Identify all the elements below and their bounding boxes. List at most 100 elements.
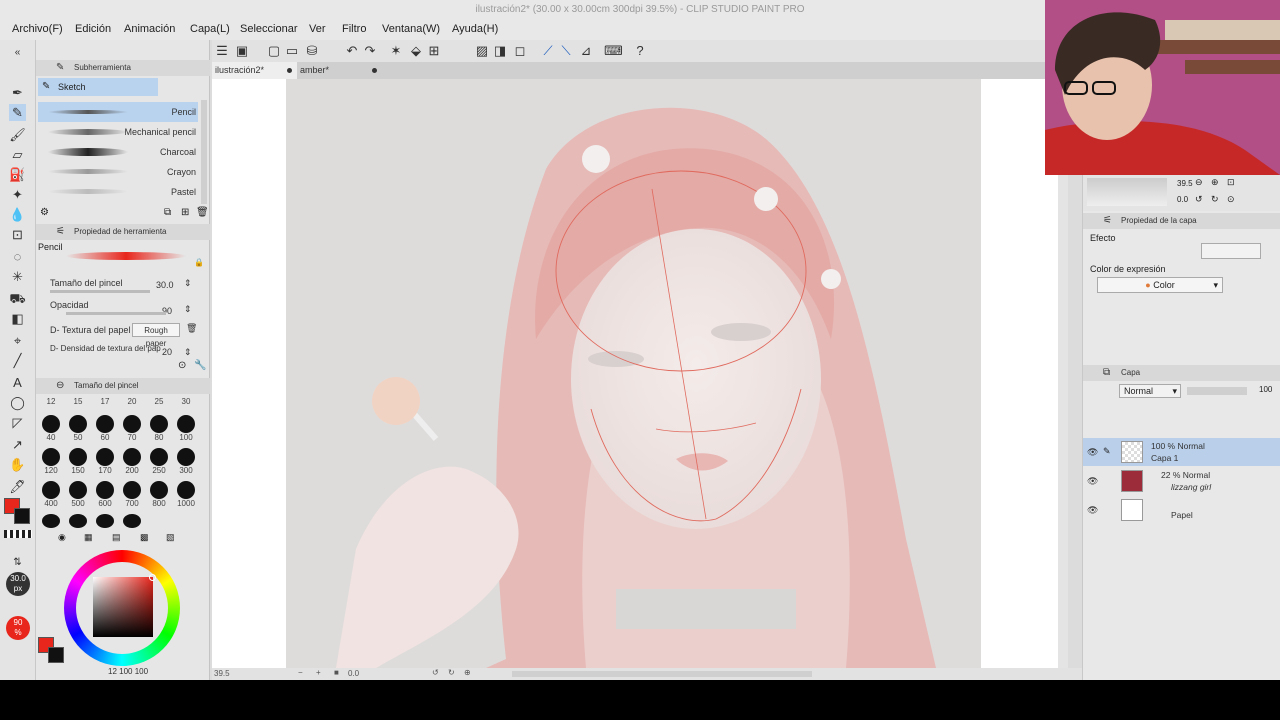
brush-size-preset[interactable]: [69, 448, 87, 466]
help-icon[interactable]: ?: [632, 43, 648, 59]
subtool-mechanical-pencil[interactable]: Mechanical pencil: [38, 122, 198, 142]
pen-tool-icon[interactable]: ✒: [9, 84, 26, 101]
eyedropper-tool-icon[interactable]: 🖊: [9, 478, 26, 495]
redo-icon[interactable]: ↷: [362, 43, 378, 59]
edit-pencil-icon[interactable]: ✎: [1103, 446, 1111, 457]
spinner-icon[interactable]: ⇕: [184, 347, 192, 358]
nav-zoom-out-icon[interactable]: ⊖: [1195, 177, 1203, 188]
spinner-icon[interactable]: ⇕: [184, 304, 192, 315]
menu-archivo[interactable]: Archivo(F): [12, 23, 63, 35]
top-size-label[interactable]: 17: [94, 397, 116, 406]
special-ruler-icon[interactable]: ⟍: [558, 43, 574, 59]
rotate-left-icon[interactable]: ↺: [432, 668, 439, 677]
brush-size-preset[interactable]: [150, 481, 168, 499]
lock-icon[interactable]: 🔒: [194, 258, 204, 267]
fit-icon[interactable]: ■: [334, 668, 339, 677]
brush-size-preset[interactable]: [96, 415, 114, 433]
new-canvas-icon[interactable]: ▣: [234, 43, 250, 59]
reset-icon[interactable]: ⊙: [178, 360, 186, 371]
subtool-pencil[interactable]: Pencil: [38, 102, 198, 122]
layer-lizzang-girl[interactable]: 👁 22 % Normal lizzang girl: [1083, 467, 1280, 495]
wrench-icon[interactable]: 🔧: [194, 360, 206, 371]
brush-size-preset[interactable]: [96, 448, 114, 466]
correct-line-icon[interactable]: ↗: [9, 436, 26, 453]
sub-color-swatch[interactable]: [14, 508, 30, 524]
top-size-label[interactable]: 30: [175, 397, 197, 406]
edge-keyboard-icon[interactable]: ⌨: [604, 43, 623, 59]
brush-size-preset[interactable]: [177, 481, 195, 499]
new-file-icon[interactable]: ▢: [266, 43, 282, 59]
tab-ilustracion2[interactable]: ilustración2*: [212, 62, 297, 79]
brush-size-preset[interactable]: [123, 448, 141, 466]
selection-tool-icon[interactable]: ▨: [474, 43, 490, 59]
menu-edicion[interactable]: Edición: [75, 23, 111, 35]
text-tool-icon[interactable]: A: [9, 374, 26, 391]
brush-size-preset[interactable]: [150, 415, 168, 433]
brush-size-preset[interactable]: [42, 514, 60, 528]
brush-size-preset[interactable]: [42, 448, 60, 466]
hand-tool-icon[interactable]: ✋: [9, 456, 26, 473]
eraser-tool-icon[interactable]: ▱: [9, 146, 26, 163]
collapse-icon[interactable]: «: [9, 44, 26, 61]
subtool-pastel[interactable]: Pastel: [38, 182, 198, 202]
size-slider-icon[interactable]: ⇅: [9, 554, 26, 571]
subtool-settings-icon[interactable]: ⚙: [40, 207, 49, 218]
menu-seleccionar[interactable]: Seleccionar: [240, 23, 297, 35]
selection-invert-icon[interactable]: ◨: [492, 43, 508, 59]
nav-rotate-left-icon[interactable]: ↺: [1195, 194, 1203, 205]
angle-readout[interactable]: 0.0: [348, 669, 359, 678]
lasso-tool-icon[interactable]: ◌: [9, 248, 26, 265]
transparent-color-swatch[interactable]: [4, 530, 32, 538]
color-set-tab-icon[interactable]: ▦: [84, 532, 93, 543]
expression-color-select[interactable]: ● Color ▾: [1097, 277, 1223, 293]
nav-reset-icon[interactable]: ⊙: [1227, 194, 1235, 205]
visibility-eye-icon[interactable]: 👁: [1087, 505, 1098, 516]
brush-size-preset[interactable]: [96, 514, 114, 528]
nav-angle-value[interactable]: 0.0: [1177, 195, 1188, 204]
brush-size-preset[interactable]: [150, 448, 168, 466]
brush-size-preset[interactable]: [177, 448, 195, 466]
visibility-eye-icon[interactable]: 👁: [1087, 476, 1098, 487]
ruler-snap-icon[interactable]: ⟋: [540, 43, 556, 59]
approx-color-tab-icon[interactable]: ▧: [166, 532, 175, 543]
brush-size-preset[interactable]: [42, 481, 60, 499]
blend-mode-select[interactable]: Normal ▾: [1119, 384, 1181, 398]
zoom-out-icon[interactable]: −: [298, 668, 303, 677]
open-folder-icon[interactable]: ▭: [284, 43, 300, 59]
nav-zoom-value[interactable]: 39.5: [1177, 179, 1193, 188]
brush-size-preset[interactable]: [69, 514, 87, 528]
brush-size-preset[interactable]: [96, 481, 114, 499]
effect-buttons[interactable]: [1201, 243, 1261, 259]
copy-subtool-icon[interactable]: ⧉: [164, 207, 171, 218]
color-wheel-tab-icon[interactable]: ◉: [58, 532, 66, 543]
brush-size-preset[interactable]: [123, 481, 141, 499]
brush-size-slider[interactable]: [50, 290, 150, 293]
grid-snap-icon[interactable]: ⊿: [578, 43, 594, 59]
nav-rotate-right-icon[interactable]: ↻: [1211, 194, 1219, 205]
paper-texture-select[interactable]: Rough paper: [132, 323, 180, 348]
delete-texture-icon[interactable]: 🗑: [186, 323, 197, 334]
rotate-right-icon[interactable]: ↻: [448, 668, 455, 677]
line-tool-icon[interactable]: ╱: [9, 352, 26, 369]
delete-subtool-icon[interactable]: 🗑: [196, 207, 209, 218]
subtool-crayon[interactable]: Crayon: [38, 162, 198, 182]
gradient-tool-icon[interactable]: ◧: [9, 310, 26, 327]
brush-tool-icon[interactable]: 🖌: [9, 126, 26, 143]
fill-icon[interactable]: ⬙: [408, 43, 424, 59]
navigator-thumbnail[interactable]: [1087, 178, 1167, 206]
subtool-scrollbar[interactable]: [201, 100, 207, 204]
layer-opacity-slider[interactable]: [1187, 387, 1247, 395]
airbrush-tool-icon[interactable]: ⛽: [9, 166, 26, 183]
color-pointer[interactable]: [149, 574, 156, 581]
balloon-tool-icon[interactable]: ◯: [9, 394, 26, 411]
brush-size-preset[interactable]: [123, 415, 141, 433]
blend-tool-icon[interactable]: 💧: [9, 206, 26, 223]
opacity-slider[interactable]: [66, 312, 166, 315]
save-icon[interactable]: ⛁: [304, 43, 320, 59]
menu-animacion[interactable]: Animación: [124, 23, 175, 35]
saturation-value-square[interactable]: [93, 577, 153, 637]
menu-ventana[interactable]: Ventana(W): [382, 23, 440, 35]
layer-capa-1[interactable]: 👁 ✎ 100 % Normal Capa 1: [1083, 438, 1280, 466]
brush-size-preset[interactable]: [177, 415, 195, 433]
fill-bucket-icon[interactable]: ⛟: [9, 290, 26, 307]
